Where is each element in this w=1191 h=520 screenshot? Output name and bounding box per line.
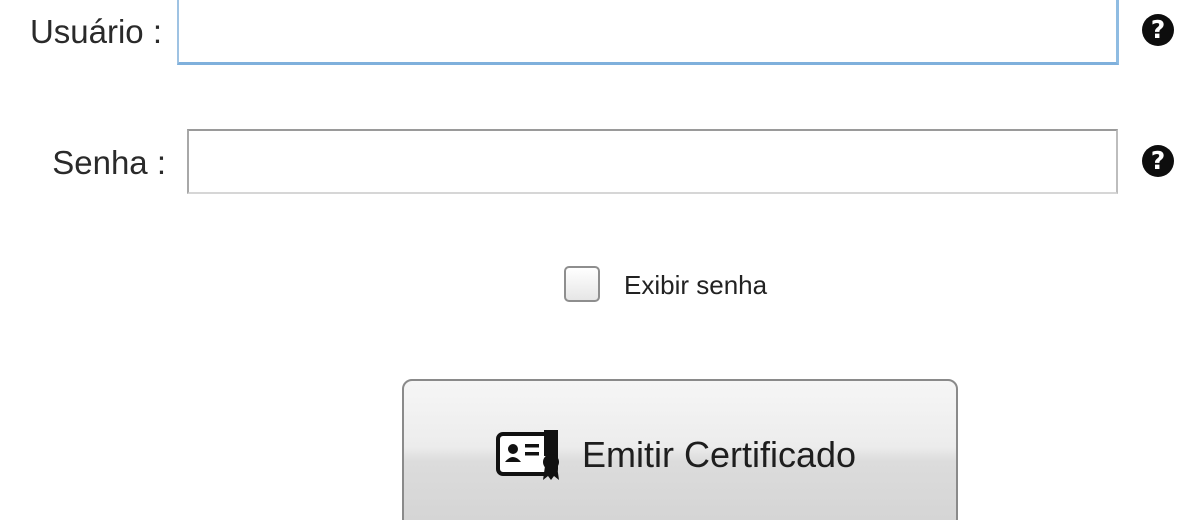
login-form: Usuário : ? Senha : ? Exibir senha Emiti… [0, 0, 1191, 520]
senha-input[interactable] [187, 129, 1118, 194]
senha-help-icon[interactable]: ? [1142, 145, 1174, 177]
senha-label: Senha : [52, 144, 166, 181]
usuario-label: Usuário : [29, 13, 162, 50]
usuario-input[interactable] [177, 0, 1119, 65]
emit-certificate-label: Emitir Certificado [582, 434, 857, 475]
certificate-icon [496, 430, 559, 480]
show-password-label[interactable]: Exibir senha [624, 270, 767, 300]
show-password-checkbox[interactable] [564, 266, 600, 302]
usuario-help-icon[interactable]: ? [1142, 14, 1174, 46]
